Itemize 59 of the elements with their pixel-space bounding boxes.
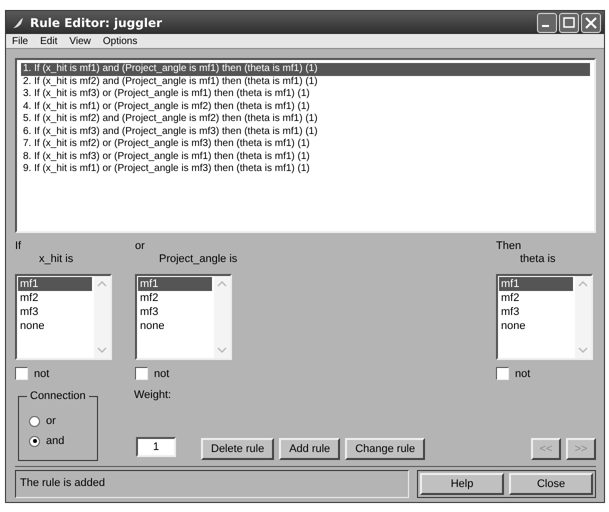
list-item[interactable]: none <box>499 319 573 333</box>
window-title: Rule Editor: juggler <box>30 16 163 30</box>
push-button[interactable]: Delete rule <box>201 438 274 460</box>
push-button[interactable]: Help <box>420 473 504 495</box>
membership-list[interactable]: mf1 mf2 mf3 none <box>15 274 112 360</box>
radio-label: or <box>46 415 56 427</box>
list-item[interactable]: mf3 <box>18 305 92 319</box>
list-item[interactable]: mf1 <box>499 277 573 291</box>
weight-label: Weight: <box>134 389 172 401</box>
push-button[interactable]: Close <box>509 473 593 495</box>
checkbox[interactable] <box>15 367 28 380</box>
rule-item[interactable]: 7. If (x_hit is mf2) or (Project_angle is mf3) then (theta is mf1) (1) <box>21 138 590 150</box>
checkbox-label: not <box>154 368 170 380</box>
list-item[interactable]: none <box>18 319 92 333</box>
rule-item[interactable]: 4. If (x_hit is mf1) or (Project_angle is mf2) then (theta is mf1) (1) <box>21 100 590 113</box>
rule-item[interactable]: 1. If (x_hit is mf1) and (Project_angle is mf1) then (theta is mf1) (1) <box>21 63 590 76</box>
list-item[interactable]: mf1 <box>18 277 92 291</box>
rule-item[interactable]: 5. If (x_hit is mf2) and (Project_angle is mf2) then (theta is mf1) (1) <box>21 113 590 126</box>
variable-prefix: or <box>135 240 145 252</box>
checkbox[interactable] <box>496 367 509 380</box>
list-item[interactable]: mf2 <box>18 291 92 305</box>
rules-list[interactable] <box>15 58 596 233</box>
status-text: The rule is added <box>15 470 409 498</box>
variable-label: x_hit is <box>39 252 74 266</box>
variable-label: theta is <box>520 252 556 266</box>
radio-button[interactable] <box>29 436 40 446</box>
rule-item[interactable]: 6. If (x_hit is mf3) and (Project_angle is mf3) then (theta is mf1) (1) <box>21 126 590 138</box>
weight-field[interactable]: 1 <box>136 437 176 457</box>
radio-label: and <box>46 435 64 447</box>
rule-item[interactable]: 8. If (x_hit is mf3) or (Project_angle is mf1) then (theta is mf1) (1) <box>21 150 590 163</box>
checkbox-label: not <box>34 368 50 380</box>
rule-item[interactable]: 3. If (x_hit is mf3) or (Project_angle is mf1) then (theta is mf1) (1) <box>21 88 590 100</box>
rule-item[interactable]: 9. If (x_hit is mf1) or (Project_angle is mf3) then (theta is mf1) (1) <box>21 163 590 176</box>
menu-item[interactable]: View <box>69 36 91 46</box>
list-item[interactable]: mf2 <box>499 291 573 305</box>
list-item[interactable]: mf2 <box>138 291 212 305</box>
radio-button[interactable] <box>29 416 40 426</box>
minimize-icon[interactable] <box>537 12 557 32</box>
push-button[interactable]: Add rule <box>279 438 340 460</box>
rule-item[interactable]: 2. If (x_hit is mf2) and (Project_angle is mf1) then (theta is mf1) (1) <box>21 76 590 88</box>
menu-item[interactable]: Options <box>102 36 138 46</box>
app-icon <box>11 16 25 30</box>
variable-prefix: If <box>15 240 22 252</box>
close-icon[interactable] <box>581 12 601 32</box>
list-item[interactable]: mf3 <box>138 305 212 319</box>
list-item[interactable]: none <box>138 319 212 333</box>
checkbox[interactable] <box>135 367 148 380</box>
membership-list[interactable]: mf1 mf2 mf3 none <box>135 274 232 360</box>
membership-list[interactable]: mf1 mf2 mf3 none <box>496 274 593 360</box>
checkbox-label: not <box>515 368 530 380</box>
push-button[interactable]: Change rule <box>345 438 426 460</box>
menu-item[interactable]: File <box>12 36 28 46</box>
list-item[interactable]: mf3 <box>499 305 573 319</box>
menu-item[interactable]: Edit <box>40 36 58 46</box>
group-title: Connection <box>27 390 89 402</box>
variable-label: Project_angle is <box>159 252 238 266</box>
maximize-icon[interactable] <box>559 12 579 32</box>
list-item[interactable]: mf1 <box>138 277 212 291</box>
variable-prefix: Then <box>496 240 522 252</box>
